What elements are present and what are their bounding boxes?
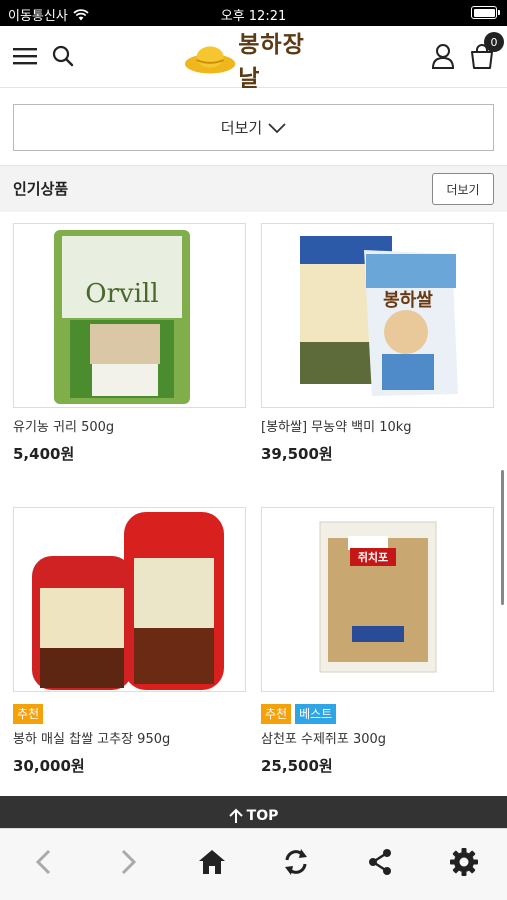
product-image[interactable]: 봉하쌀 [261, 223, 494, 408]
scroll-indicator[interactable] [501, 470, 504, 605]
chevron-down-icon [268, 122, 286, 133]
user-icon[interactable] [430, 42, 456, 70]
battery-fill [473, 8, 495, 17]
more-row: 더보기 [0, 88, 507, 166]
app-header: 봉하장날 0 [0, 26, 507, 92]
back-arrow-icon[interactable] [27, 845, 61, 879]
product-image-text: 봉하쌀 [383, 290, 433, 311]
product-card[interactable]: 봉하쌀 [봉하쌀] 무농약 백미 10kg 39,500원 [261, 223, 494, 464]
search-icon[interactable] [50, 43, 76, 69]
home-icon[interactable] [195, 845, 229, 879]
arrow-up-icon [228, 808, 243, 823]
product-price: 30,000원 [13, 757, 85, 775]
product-price: 5,400원 [13, 445, 75, 463]
share-icon[interactable] [363, 845, 397, 879]
product-tags: 추천 [13, 704, 246, 728]
product-price: 39,500원 [261, 445, 333, 463]
battery-icon [471, 6, 500, 19]
product-name[interactable]: 삼천포 수제쥐포 300g [261, 728, 494, 747]
hamburger-menu-icon[interactable] [12, 44, 38, 68]
forward-arrow-icon[interactable] [111, 845, 145, 879]
product-image-text: Orvill [85, 279, 158, 309]
brand-logo[interactable]: 봉하장날 [184, 31, 324, 92]
product-name[interactable]: 유기농 귀리 500g [13, 416, 246, 435]
product-card[interactable]: 추천 봉하 매실 찹쌀 고추장 950g 30,000원 [13, 507, 246, 776]
status-time: 오후 12:21 [220, 9, 287, 24]
section-more-button[interactable]: 더보기 [432, 173, 494, 205]
bottom-nav [0, 828, 507, 900]
popular-section-header: 인기상품 더보기 [0, 166, 507, 212]
product-name[interactable]: 봉하 매실 찹쌀 고추장 950g [13, 728, 246, 747]
straw-hat-logo-icon [184, 46, 236, 74]
tag-recommend: 추천 [13, 704, 44, 724]
product-card[interactable]: Orvill 유기농 귀리 500g 5,400원 [13, 223, 246, 464]
tag-best: 베스트 [295, 704, 337, 724]
refresh-icon[interactable] [279, 845, 313, 879]
product-grid: Orvill 유기농 귀리 500g 5,400원 봉하쌀 [봉하쌀] 무농약 … [0, 212, 507, 796]
tag-recommend: 추천 [261, 704, 292, 724]
product-image-text: 쥐치포 [358, 550, 388, 564]
product-tags: 추천 베스트 [261, 704, 494, 728]
product-name[interactable]: [봉하쌀] 무농약 백미 10kg [261, 416, 494, 435]
cart-count-badge: 0 [484, 32, 504, 52]
more-button[interactable]: 더보기 [13, 104, 494, 151]
settings-gear-icon[interactable] [447, 845, 481, 879]
scroll-to-top-button[interactable]: TOP [0, 796, 507, 828]
product-image[interactable] [13, 507, 246, 692]
product-image[interactable]: Orvill [13, 223, 246, 408]
product-card[interactable]: 쥐치포 추천 베스트 삼천포 수제쥐포 300g 25,500원 [261, 507, 494, 776]
product-image[interactable]: 쥐치포 [261, 507, 494, 692]
logo-text: 봉하장날 [238, 31, 305, 92]
more-button-label: 더보기 [220, 119, 263, 137]
top-label: TOP [246, 808, 279, 824]
product-price: 25,500원 [261, 757, 333, 775]
section-title: 인기상품 [13, 180, 69, 198]
cart-icon[interactable]: 0 [468, 32, 504, 70]
status-bar: 이동통신사 오후 12:21 [0, 0, 507, 26]
